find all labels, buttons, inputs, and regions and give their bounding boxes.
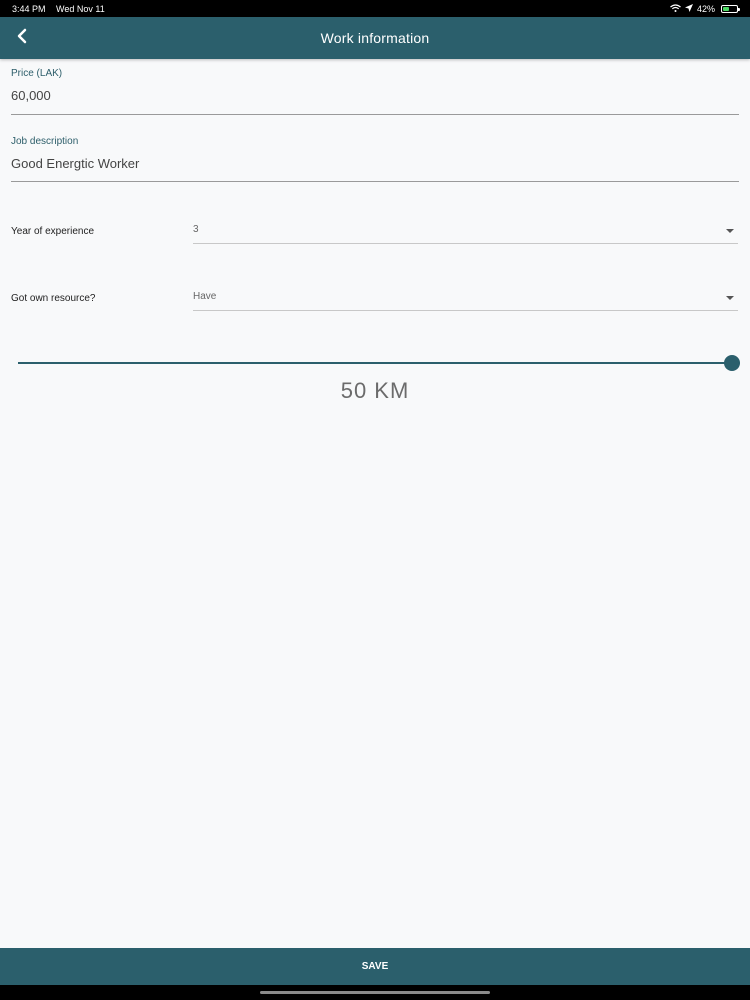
- experience-row: Year of experience 3: [11, 222, 739, 246]
- resource-dropdown[interactable]: Have: [193, 289, 738, 311]
- job-description-underline: [11, 181, 739, 182]
- experience-value: 3: [193, 224, 199, 235]
- slider-fill: [18, 362, 732, 364]
- page-title: Work information: [320, 30, 430, 46]
- job-description-label: Job description: [11, 136, 79, 147]
- status-bar: 3:44 PM Wed Nov 11 42%: [0, 0, 750, 17]
- resource-row: Got own resource? Have: [11, 289, 739, 313]
- home-indicator: [260, 991, 490, 994]
- caret-down-icon: [726, 229, 734, 233]
- work-information-screen: 3:44 PM Wed Nov 11 42% Work information …: [0, 0, 750, 1000]
- slider-thumb[interactable]: [724, 355, 740, 371]
- price-input[interactable]: 60,000: [11, 88, 739, 103]
- save-button[interactable]: SAVE: [0, 948, 750, 985]
- distance-value: 50 KM: [340, 378, 410, 403]
- job-description-field[interactable]: Job description Good Energtic Worker: [11, 136, 739, 184]
- status-right: 42%: [670, 3, 740, 14]
- status-left: 3:44 PM Wed Nov 11: [12, 4, 105, 14]
- location-arrow-icon: [684, 3, 693, 14]
- distance-slider[interactable]: [18, 354, 740, 372]
- chevron-left-icon: [16, 28, 28, 49]
- experience-label: Year of experience: [11, 226, 95, 237]
- status-date: Wed Nov 11: [56, 3, 105, 14]
- battery-percent: 42%: [696, 3, 715, 14]
- home-indicator-area: [0, 985, 750, 1000]
- job-description-input[interactable]: Good Energtic Worker: [11, 156, 739, 171]
- price-field[interactable]: Price (LAK) 60,000: [11, 68, 739, 116]
- resource-label: Got own resource?: [11, 293, 96, 304]
- resource-value: Have: [193, 291, 217, 302]
- experience-dropdown[interactable]: 3: [193, 222, 738, 244]
- price-label: Price (LAK): [11, 68, 63, 79]
- status-time: 3:44 PM: [12, 3, 46, 14]
- back-button[interactable]: [8, 23, 36, 53]
- caret-down-icon: [726, 296, 734, 300]
- nav-bar: Work information: [0, 17, 750, 59]
- price-underline: [11, 114, 739, 115]
- battery-icon: [721, 4, 740, 13]
- wifi-icon: [670, 3, 681, 14]
